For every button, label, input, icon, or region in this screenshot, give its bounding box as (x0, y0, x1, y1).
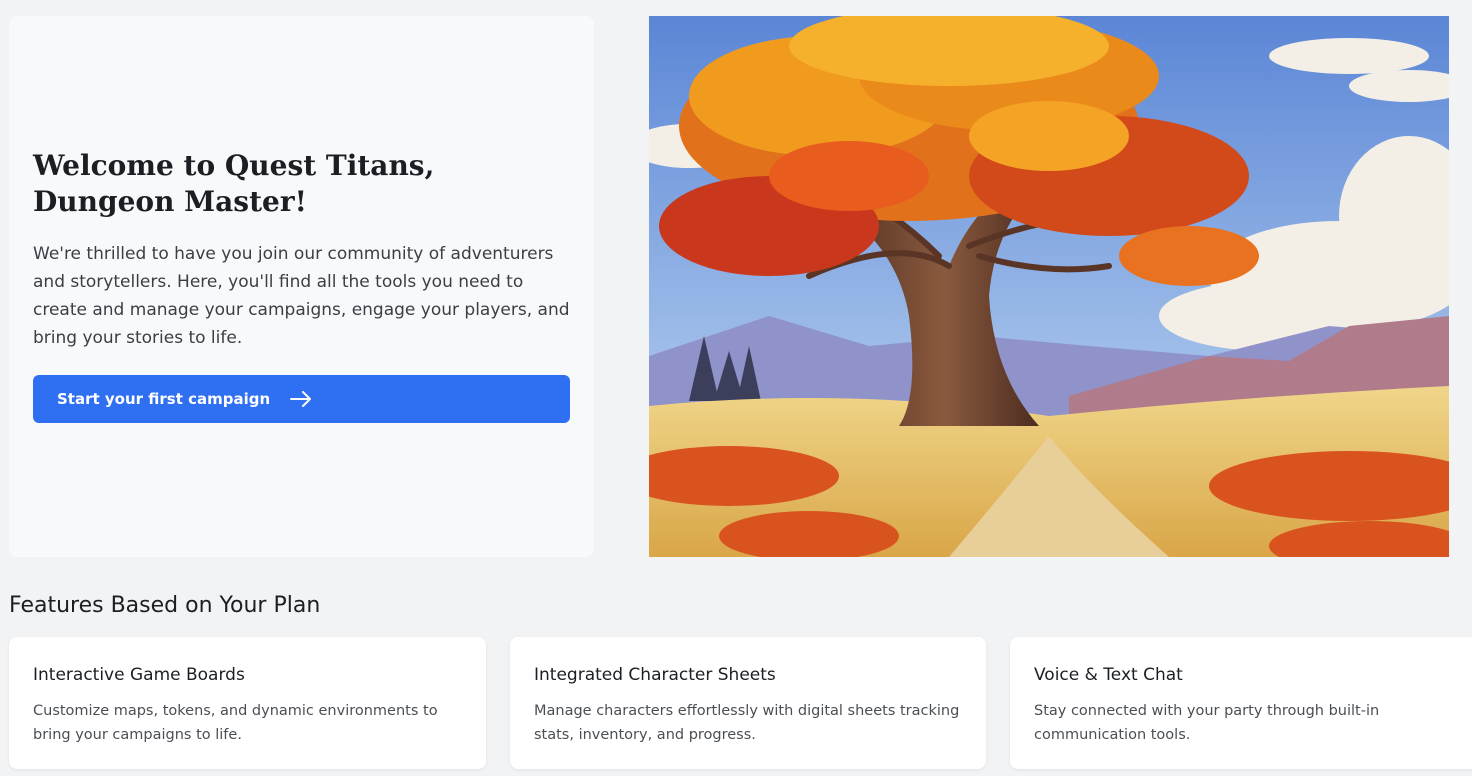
feature-description: Customize maps, tokens, and dynamic envi… (33, 703, 438, 743)
welcome-title: Welcome to Quest Titans, Dungeon Master! (33, 149, 435, 218)
feature-title: Interactive Game Boards (33, 665, 245, 685)
start-campaign-label: Start your first campaign (57, 390, 271, 408)
hero-illustration (649, 16, 1449, 557)
feature-description: Stay connected with your party through b… (1034, 703, 1380, 743)
feature-title: Voice & Text Chat (1034, 665, 1183, 685)
start-campaign-button[interactable]: Start your first campaign (33, 375, 570, 423)
features-heading: Features Based on Your Plan (9, 593, 321, 618)
feature-card-character-sheets: Integrated Character Sheets Manage chara… (510, 637, 986, 769)
feature-card-game-boards: Interactive Game Boards Customize maps, … (9, 637, 486, 769)
arrow-right-icon (290, 391, 312, 407)
feature-card-chat: Voice & Text Chat Stay connected with yo… (1010, 637, 1472, 769)
welcome-text: We're thrilled to have you join our comm… (33, 244, 570, 348)
feature-title: Integrated Character Sheets (534, 665, 776, 685)
welcome-card: Welcome to Quest Titans, Dungeon Master!… (9, 16, 594, 557)
feature-description: Manage characters effortlessly with digi… (534, 703, 960, 743)
